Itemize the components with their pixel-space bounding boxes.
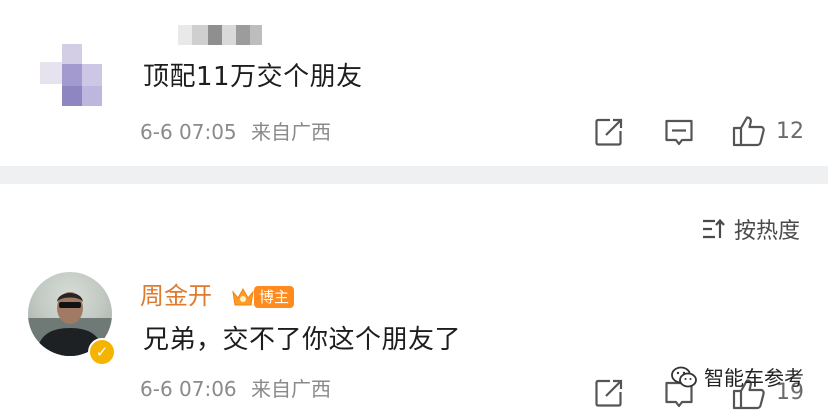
sort-label: 按热度 — [733, 219, 800, 244]
comment-time: 6-6 07:05 — [140, 120, 237, 144]
blurred-username — [178, 25, 262, 45]
comment-text: 兄弟，交不了你这个朋友了 — [143, 325, 462, 355]
blogger-badge: 博主 — [230, 284, 295, 310]
comment-time: 6-6 07:06 — [140, 377, 237, 401]
sort-icon — [702, 218, 725, 239]
comment-location: 来自广西 — [251, 377, 332, 401]
share-icon[interactable] — [594, 117, 624, 147]
comment-location: 来自广西 — [251, 120, 332, 144]
author-name[interactable]: 周金开 — [140, 281, 212, 311]
blurred-avatar[interactable] — [40, 44, 102, 106]
wechat-icon — [671, 366, 697, 387]
verified-icon: ✓ — [88, 338, 116, 366]
watermark: 智能车参考 — [670, 362, 804, 391]
badge-label: 博主 — [254, 286, 295, 308]
watermark-text: 智能车参考 — [704, 366, 804, 390]
like-count: 12 — [776, 119, 804, 144]
comment-meta: 6-6 07:06 来自广西 — [140, 376, 331, 402]
comment-text: 顶配11万交个朋友 — [143, 62, 363, 92]
comment-meta: 6-6 07:05 来自广西 — [140, 119, 331, 145]
sort-button[interactable]: 按热度 — [702, 212, 800, 246]
like-icon[interactable] — [732, 115, 766, 147]
crown-icon — [232, 287, 254, 306]
share-icon[interactable] — [594, 378, 624, 408]
comment-icon[interactable] — [664, 118, 694, 148]
section-divider — [0, 166, 828, 184]
